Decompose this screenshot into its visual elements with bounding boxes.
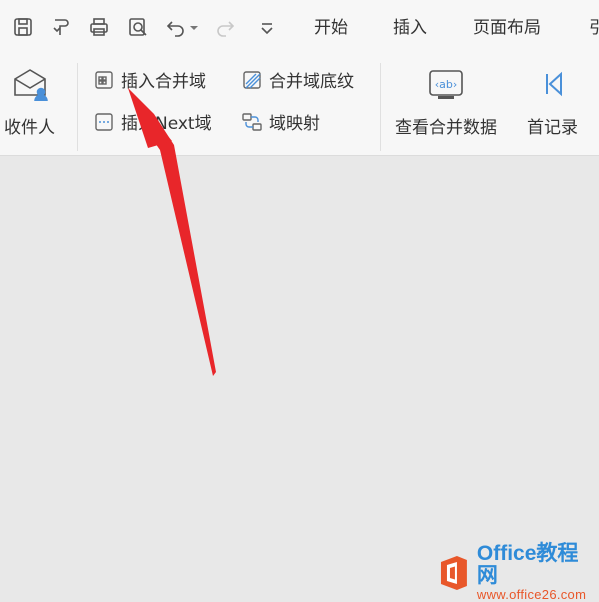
insert-next-field-label: 插入Next域 (121, 114, 212, 134)
watermark: Office教程网 www.office26.com (435, 543, 599, 602)
svg-text:‹ab›: ‹ab› (435, 78, 458, 91)
field-mapping-label: 域映射 (269, 114, 320, 134)
tab-references[interactable]: 引 (589, 16, 599, 40)
view-merged-data-button[interactable]: ‹ab› 查看合并数据 (395, 65, 497, 138)
merge-field-shading-button[interactable]: 合并域底纹 (241, 67, 354, 92)
save-icon[interactable] (10, 14, 36, 40)
print-preview-icon[interactable] (125, 14, 151, 40)
next-field-icon (93, 111, 115, 133)
merge-field-shading-label: 合并域底纹 (269, 72, 354, 92)
first-record-label: 首记录 (527, 118, 578, 138)
undo-dropdown-icon[interactable] (187, 14, 201, 40)
recipients-button[interactable]: 收件人 (4, 65, 55, 138)
insert-next-field-button[interactable]: 插入Next域 (93, 109, 212, 134)
format-painter-icon[interactable] (48, 14, 74, 40)
watermark-title: Office教程网 (476, 542, 579, 587)
field-shading-icon (241, 69, 263, 91)
first-record-button[interactable]: 首记录 (527, 65, 578, 138)
print-icon[interactable] (86, 14, 112, 40)
recipients-label: 收件人 (4, 118, 55, 138)
merge-field-icon (93, 69, 115, 91)
view-merged-data-label: 查看合并数据 (395, 118, 497, 138)
view-merged-data-icon: ‹ab› (429, 70, 463, 99)
field-mapping-icon (241, 111, 263, 133)
undo-icon[interactable] (163, 14, 189, 40)
redo-icon[interactable] (212, 14, 238, 40)
tab-home[interactable]: 开始 (314, 16, 348, 40)
insert-merge-field-label: 插入合并域 (121, 72, 206, 92)
office-logo-icon (440, 555, 467, 590)
tab-insert[interactable]: 插入 (393, 16, 427, 40)
customize-dropdown-icon[interactable] (254, 14, 280, 40)
mail-merge-ribbon: 收件人 插入合并域 插入Next域 合并域底纹 域映射 ‹ab› 查看合并数据 (0, 55, 599, 156)
recipients-icon (13, 69, 48, 102)
field-mapping-button[interactable]: 域映射 (241, 109, 320, 134)
first-record-icon (545, 71, 562, 97)
insert-merge-field-button[interactable]: 插入合并域 (93, 67, 206, 92)
tab-page-layout[interactable]: 页面布局 (473, 16, 541, 40)
document-canvas[interactable] (0, 156, 599, 591)
title-toolbar: 开始 插入 页面布局 引 (0, 0, 599, 55)
watermark-url: www.office26.com (476, 587, 587, 602)
